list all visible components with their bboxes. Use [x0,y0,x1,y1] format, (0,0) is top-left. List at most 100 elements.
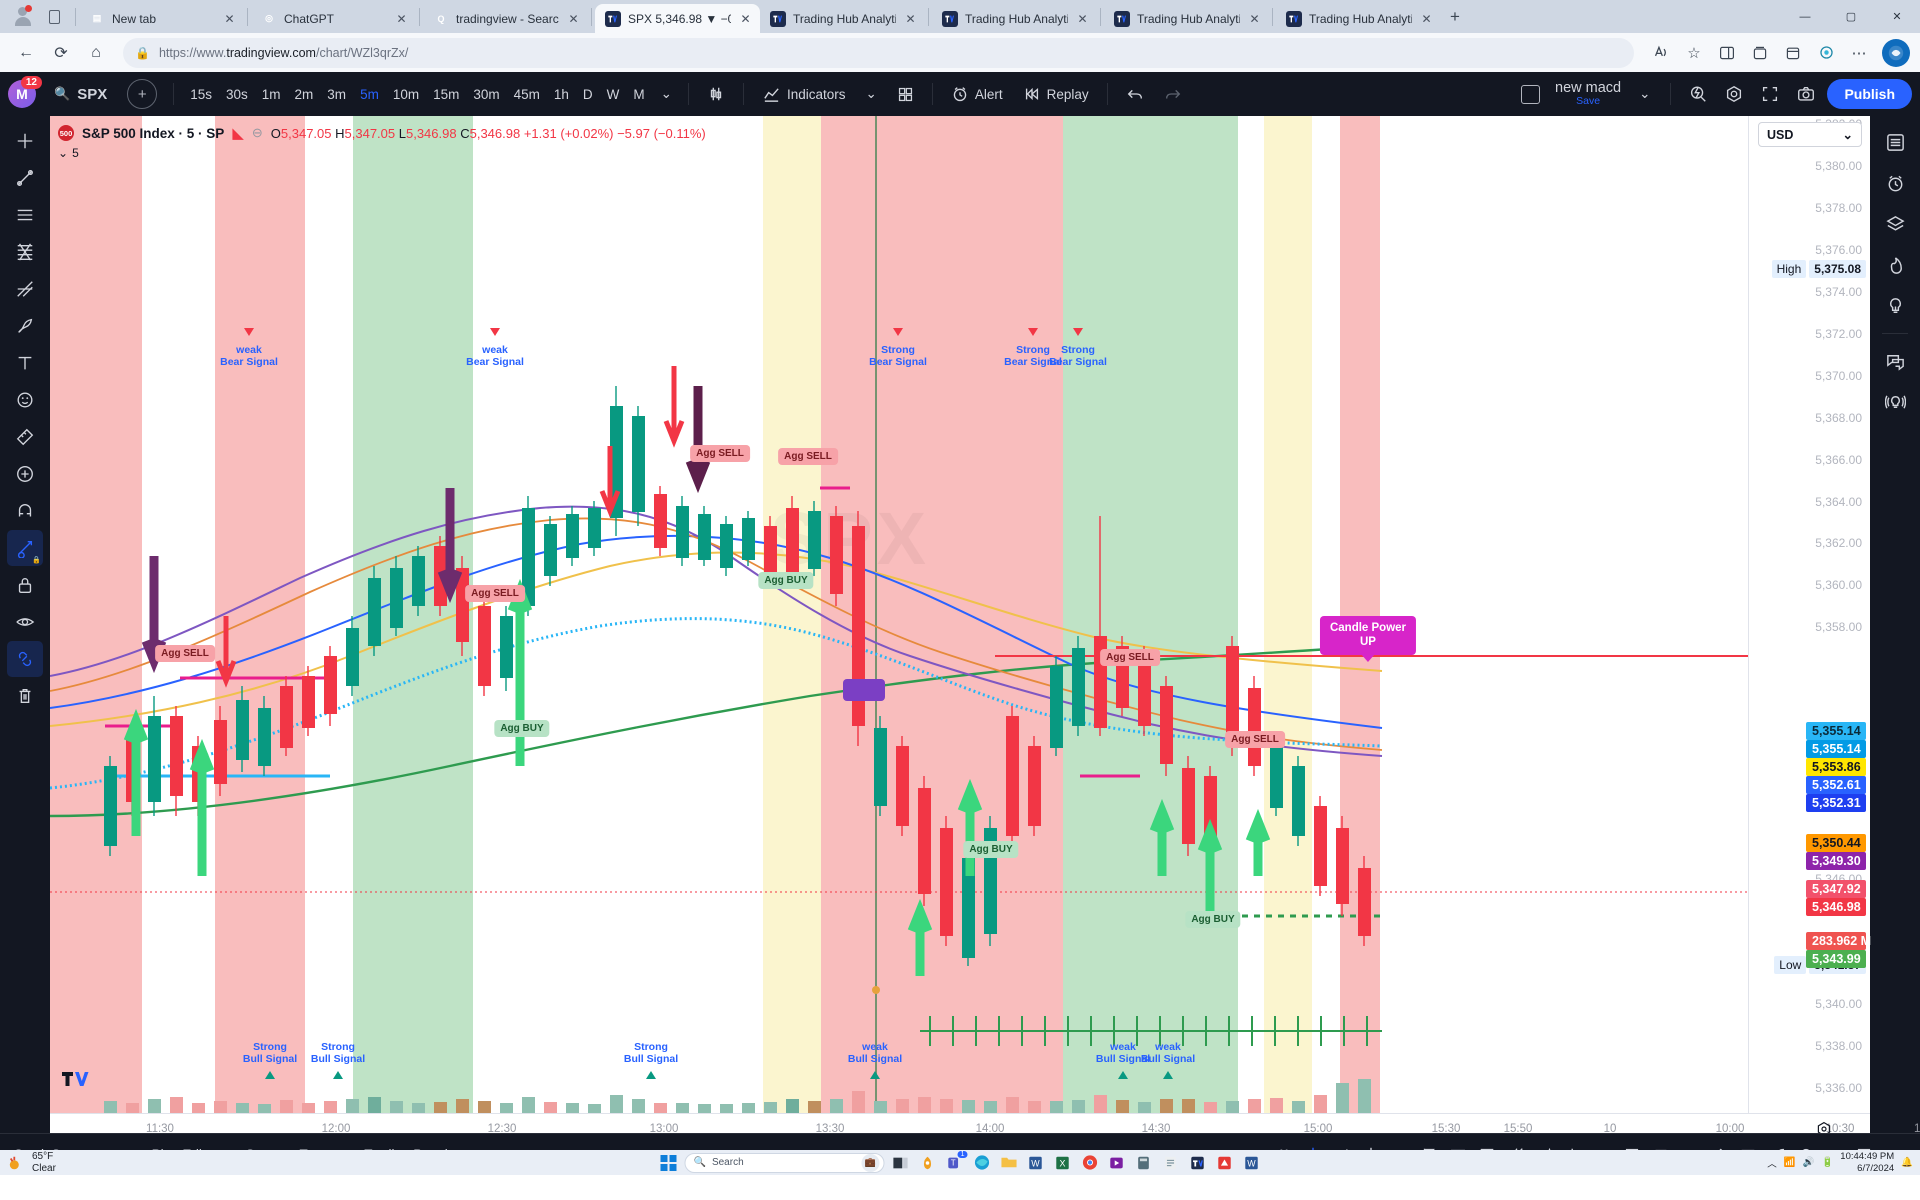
browser-tab-close-button[interactable]: ✕ [394,11,409,26]
media-player-icon[interactable] [1106,1152,1128,1174]
text-tool[interactable] [7,345,43,381]
tab-list-button[interactable] [42,5,66,29]
indicators-button[interactable]: Indicators [754,80,854,109]
teams-icon[interactable]: T1 [944,1150,968,1174]
browser-essentials-icon[interactable] [1810,37,1842,69]
collections-icon[interactable] [1744,37,1776,69]
timeframe-15m[interactable]: 15m [427,83,465,106]
timeframe-30s[interactable]: 30s [220,83,254,106]
timeframe-W[interactable]: W [601,83,626,106]
hotlist-icon[interactable] [1877,247,1913,283]
chart-sub-legend[interactable]: ⌄ 5 [58,146,79,160]
file-explorer-icon[interactable] [998,1152,1020,1174]
browser-tab-0[interactable]: ▤ New tab ✕ [79,4,244,33]
browser-tab-4[interactable]: Trading Hub Analytics: Sp ✕ [760,4,925,33]
brush-tool[interactable] [7,308,43,344]
data-window-icon[interactable] [1877,206,1913,242]
symbol-search-button[interactable]: 🔍 SPX [44,82,117,107]
tv-user-avatar[interactable]: M 12 [8,76,42,108]
browser-tab-close-button[interactable]: ✕ [738,11,753,26]
copilot-taskbar-icon[interactable] [917,1152,939,1174]
browser-tab-2[interactable]: Qtradingview - Search ✕ [423,4,588,33]
pitchfork-tool[interactable] [7,271,43,307]
timeframe-3m[interactable]: 3m [321,83,352,106]
compare-add-symbol-button[interactable]: + [127,79,158,109]
sync-drawings-tool[interactable] [7,641,43,677]
chat-icon[interactable] [1877,343,1913,379]
price-tag-8[interactable]: 5,346.98 [1806,898,1866,916]
price-tag-6[interactable]: 5,349.30 [1806,852,1866,870]
tradingview-logo[interactable] [60,1069,90,1089]
replay-button[interactable]: Replay [1015,80,1097,108]
snapshot-camera-button[interactable] [1791,79,1821,109]
taskbar-clock[interactable]: 10:44:49 PM 6/7/2024 [1840,1151,1894,1174]
emoji-tool[interactable] [7,382,43,418]
chart-type-button[interactable] [699,80,733,108]
order-pill-9[interactable]: Agg SELL [1100,649,1160,666]
candle-power-annotation[interactable]: Candle Power UP [1319,616,1417,655]
ideas-icon[interactable] [1877,288,1913,324]
cursor-tool[interactable] [7,123,43,159]
broadcast-ideas-icon[interactable] [1877,384,1913,420]
hide-drawings-tool[interactable] [7,604,43,640]
magnet-tool[interactable] [7,493,43,529]
indicator-templates-button[interactable] [889,81,922,108]
order-pill-6[interactable]: Agg BUY [963,841,1019,858]
price-tag-3[interactable]: 5,352.61 [1806,776,1866,794]
price-axis[interactable]: USD ⌄ 5,382.005,380.005,378.005,376.005,… [1748,116,1871,1133]
order-pill-8[interactable]: Agg BUY [1185,911,1241,928]
price-tag-7[interactable]: 5,347.92 [1806,880,1866,898]
weather-widget[interactable]: 65°F Clear [0,1151,56,1174]
excel-icon[interactable]: X [1052,1152,1074,1174]
app-icon-extra[interactable] [1214,1152,1236,1174]
price-tag-5[interactable]: 5,350.44 [1806,834,1866,852]
order-pill-0[interactable]: Agg SELL [155,645,215,662]
word-icon[interactable]: W [1025,1152,1047,1174]
alerts-panel-icon[interactable] [1877,165,1913,201]
chart-layout-name[interactable]: new macd Save [1551,80,1625,107]
fib-retracement-tool[interactable] [7,234,43,270]
chart-legend[interactable]: 500 S&P 500 Index · 5 · SP ◣ ⊖ O5,347.05… [58,124,706,142]
tray-expand-icon[interactable]: ︿ [1767,1156,1777,1170]
horizontal-lines-tool[interactable] [7,197,43,233]
fullscreen-button[interactable] [1755,79,1785,109]
browser-tab-7[interactable]: Trading Hub Analytics: Sp ✕ [1276,4,1441,33]
timeframe-D[interactable]: D [577,83,599,106]
tray-wifi-icon[interactable]: 📶 [1784,1157,1796,1168]
settings-more-icon[interactable]: ⋯ [1843,37,1875,69]
close-window-button[interactable]: ✕ [1874,0,1920,33]
price-tag-0[interactable]: 5,355.14 [1806,722,1866,740]
legend-hide-icon[interactable]: ⊖ [252,125,263,141]
taskbar-search[interactable]: 🔍 Search 💼 [684,1152,885,1173]
browser-tab-5[interactable]: Trading Hub Analytics: Sp ✕ [932,4,1097,33]
timeframe-5m[interactable]: 5m [354,83,385,106]
layout-select-button[interactable] [1515,79,1545,109]
word-doc-icon[interactable]: W [1241,1152,1263,1174]
zoom-in-tool[interactable] [7,456,43,492]
price-tag-4[interactable]: 5,352.31 [1806,794,1866,812]
chart-plot-area[interactable]: SPX [50,116,1748,1113]
start-button[interactable] [658,1152,680,1174]
timeframe-15s[interactable]: 15s [184,83,218,106]
notepad-icon[interactable] [1160,1152,1182,1174]
profile-avatar-button[interactable] [10,4,36,30]
measure-tool[interactable] [7,419,43,455]
chart-container[interactable]: SPX [50,116,1920,1175]
order-pill-2[interactable]: Agg SELL [690,445,750,462]
read-aloud-icon[interactable] [1645,37,1677,69]
price-tag-1[interactable]: 5,355.14 [1806,740,1866,758]
browser-tab-close-button[interactable]: ✕ [566,11,581,26]
timeframe-2m[interactable]: 2m [289,83,320,106]
favorites-bar-icon[interactable] [1777,37,1809,69]
order-pill-5[interactable]: Agg BUY [494,720,550,737]
sub-legend-chevron-icon[interactable]: ⌄ [58,146,68,160]
price-tag-9[interactable]: 283.962 M [1806,932,1871,950]
maximize-button[interactable]: ▢ [1828,0,1874,33]
reload-button[interactable]: ⟳ [45,37,77,69]
price-tag-2[interactable]: 5,353.86 [1806,758,1866,776]
browser-tab-close-button[interactable]: ✕ [1419,11,1434,26]
chart-settings-button[interactable] [1719,79,1749,109]
watchlist-icon[interactable] [1877,124,1913,160]
redo-button[interactable] [1156,80,1190,108]
currency-selector[interactable]: USD ⌄ [1758,122,1862,147]
